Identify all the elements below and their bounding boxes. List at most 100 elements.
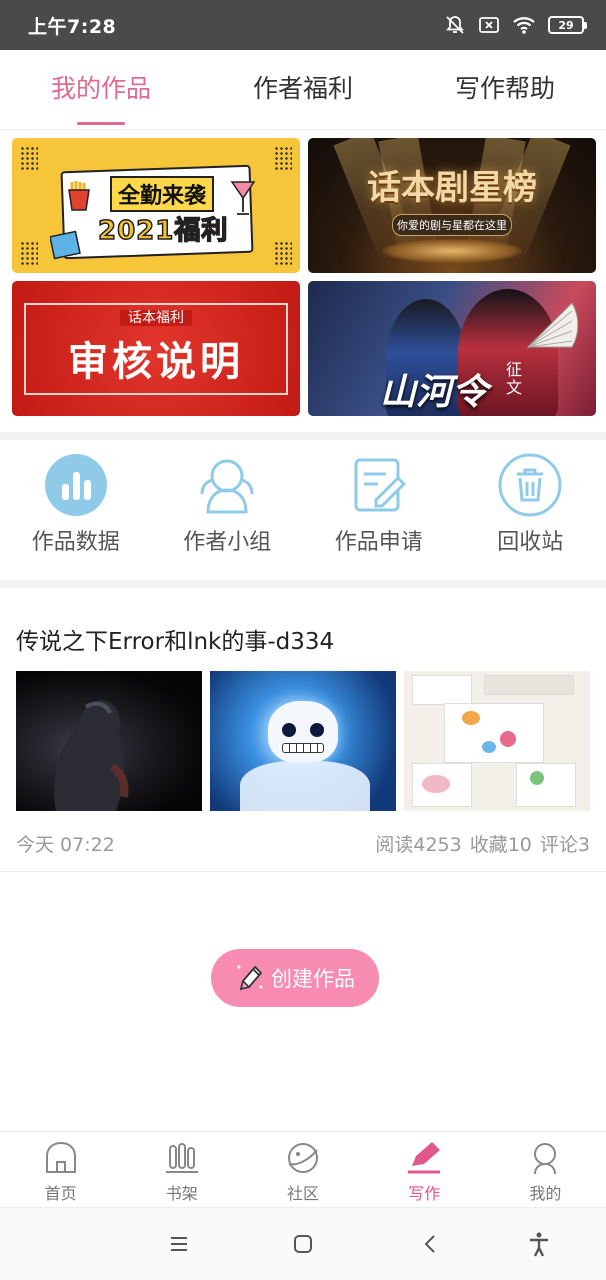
nav-label: 书架 (165, 1184, 198, 1203)
create-work-button[interactable]: 创建作品 (211, 949, 379, 1007)
mute-bell-icon (446, 16, 464, 34)
author-group-icon (200, 459, 254, 514)
home-icon (45, 1141, 76, 1173)
drawing-blob (422, 775, 450, 793)
work-stats: 阅读4253 收藏10 评论3 (375, 830, 590, 857)
dot-pattern (274, 146, 292, 170)
battery-indicator: 29 (548, 16, 587, 34)
bottom-nav: 首页 书架 社区 写作 我的 (0, 1131, 606, 1207)
nav-write[interactable]: 写作 (364, 1132, 485, 1207)
work-thumbnail (404, 671, 590, 811)
paper-sheet (412, 675, 472, 705)
wifi-icon (513, 17, 535, 34)
paper-sheet (516, 763, 576, 807)
drawing-blob (530, 771, 544, 785)
work-thumbnails[interactable] (16, 671, 592, 811)
banner-review-guide[interactable]: 话本福利 审核说明 (12, 281, 300, 416)
dot-pattern (274, 241, 292, 265)
banner-grid: 全勤来袭 2021福利 话本剧星榜 你爱的剧与星都在这里 话本福利 审核说明 山… (12, 138, 596, 418)
work-read-count: 阅读4253 (375, 834, 462, 856)
nav-community[interactable]: 社区 (242, 1132, 363, 1207)
divider (0, 871, 606, 872)
quick-action-label: 回收站 (497, 530, 564, 555)
banner-attendance-welfare[interactable]: 全勤来袭 2021福利 (12, 138, 300, 273)
tab-my-works[interactable]: 我的作品 (0, 50, 202, 129)
banner-review-small-text: 话本福利 (120, 310, 192, 326)
dark-figure-image (54, 700, 129, 811)
paper-sheet (484, 675, 574, 695)
bar-chart-icon (44, 454, 107, 516)
create-work-label: 创建作品 (271, 967, 355, 991)
nav-home[interactable]: 首页 (0, 1132, 121, 1207)
stage-glow (382, 239, 522, 263)
nav-label: 社区 (287, 1184, 320, 1203)
edit-document-icon (354, 458, 406, 512)
nav-bookshelf[interactable]: 书架 (121, 1132, 242, 1207)
banner-star-board[interactable]: 话本剧星榜 你爱的剧与星都在这里 (308, 138, 596, 273)
quick-action-label: 作品申请 (334, 530, 423, 555)
nav-mine[interactable]: 我的 (485, 1132, 606, 1207)
tab-author-welfare[interactable]: 作者福利 (202, 50, 404, 129)
work-title[interactable]: 传说之下Error和lnk的事-d334 (16, 622, 334, 656)
banner-drama-contest[interactable]: 山河令 征文 (308, 281, 596, 416)
back-icon[interactable] (417, 1230, 445, 1258)
skull-eye (310, 723, 324, 737)
section-divider (0, 432, 606, 440)
accessibility-icon[interactable] (525, 1230, 553, 1258)
work-update-time: 今天 07:22 (16, 834, 115, 856)
dot-pattern (20, 146, 38, 170)
banner-welfare-line2: 2021福利 (97, 215, 229, 247)
skull-image (268, 701, 338, 763)
skull-teeth (282, 743, 324, 753)
home-square-icon[interactable] (289, 1230, 317, 1258)
status-bar: 上午7:28 29 (0, 0, 606, 50)
cocktail-icon (230, 181, 256, 215)
battery-level: 29 (558, 18, 574, 32)
drawing-blob (500, 731, 516, 747)
status-time: 上午7:28 (28, 15, 117, 38)
pencil-icon (237, 965, 263, 991)
banner-star-board-subtitle: 你爱的剧与星都在这里 (392, 214, 512, 236)
drawing-blob (482, 741, 496, 753)
top-tabs: 我的作品 作者福利 写作帮助 (0, 50, 606, 130)
work-comment-count: 评论3 (539, 834, 590, 856)
drawing-blob (462, 711, 480, 725)
banner-drama-tag: 征文 (506, 360, 523, 397)
paper-sheet (444, 703, 544, 763)
system-nav-bar (0, 1207, 606, 1280)
skull-eye (282, 723, 296, 737)
section-divider (0, 580, 606, 588)
pen-icon (408, 1142, 441, 1174)
work-favorite-count: 收藏10 (469, 834, 532, 856)
quick-action-label: 作者小组 (183, 530, 272, 555)
quick-action-label: 作品数据 (31, 530, 120, 555)
no-sim-icon (479, 17, 499, 33)
bookshelf-icon (165, 1143, 198, 1173)
folding-fan-icon (526, 302, 578, 348)
quick-action-author-group[interactable]: 作者小组 (152, 448, 304, 578)
work-thumbnail (210, 671, 396, 811)
tab-writing-help[interactable]: 写作帮助 (404, 50, 606, 129)
quick-actions: 作品数据 作者小组 作品申请 回收站 (0, 448, 606, 578)
dot-pattern (20, 241, 38, 265)
banner-welfare-line1: 全勤来袭 (110, 176, 215, 212)
nav-label: 我的 (529, 1184, 562, 1203)
banner-review-big: 审核说明 (68, 339, 244, 385)
book-icon (50, 230, 81, 260)
profile-icon (534, 1143, 557, 1175)
banner-drama-title: 山河令 (380, 371, 489, 413)
banner-star-board-title: 话本剧星榜 (367, 168, 537, 208)
fries-icon (68, 181, 90, 211)
fur-hood (240, 761, 370, 811)
quick-action-work-data[interactable]: 作品数据 (0, 448, 152, 578)
banner-review-small: 话本福利 (12, 307, 300, 327)
trash-icon (498, 453, 562, 517)
quick-action-work-application[interactable]: 作品申请 (303, 448, 455, 578)
planet-icon (288, 1143, 318, 1173)
work-thumbnail (16, 671, 202, 811)
nav-label: 首页 (44, 1184, 77, 1203)
nav-label: 写作 (408, 1184, 441, 1203)
menu-icon[interactable] (165, 1230, 193, 1258)
quick-action-recycle-bin[interactable]: 回收站 (455, 448, 606, 578)
status-icons: 29 (444, 14, 587, 36)
